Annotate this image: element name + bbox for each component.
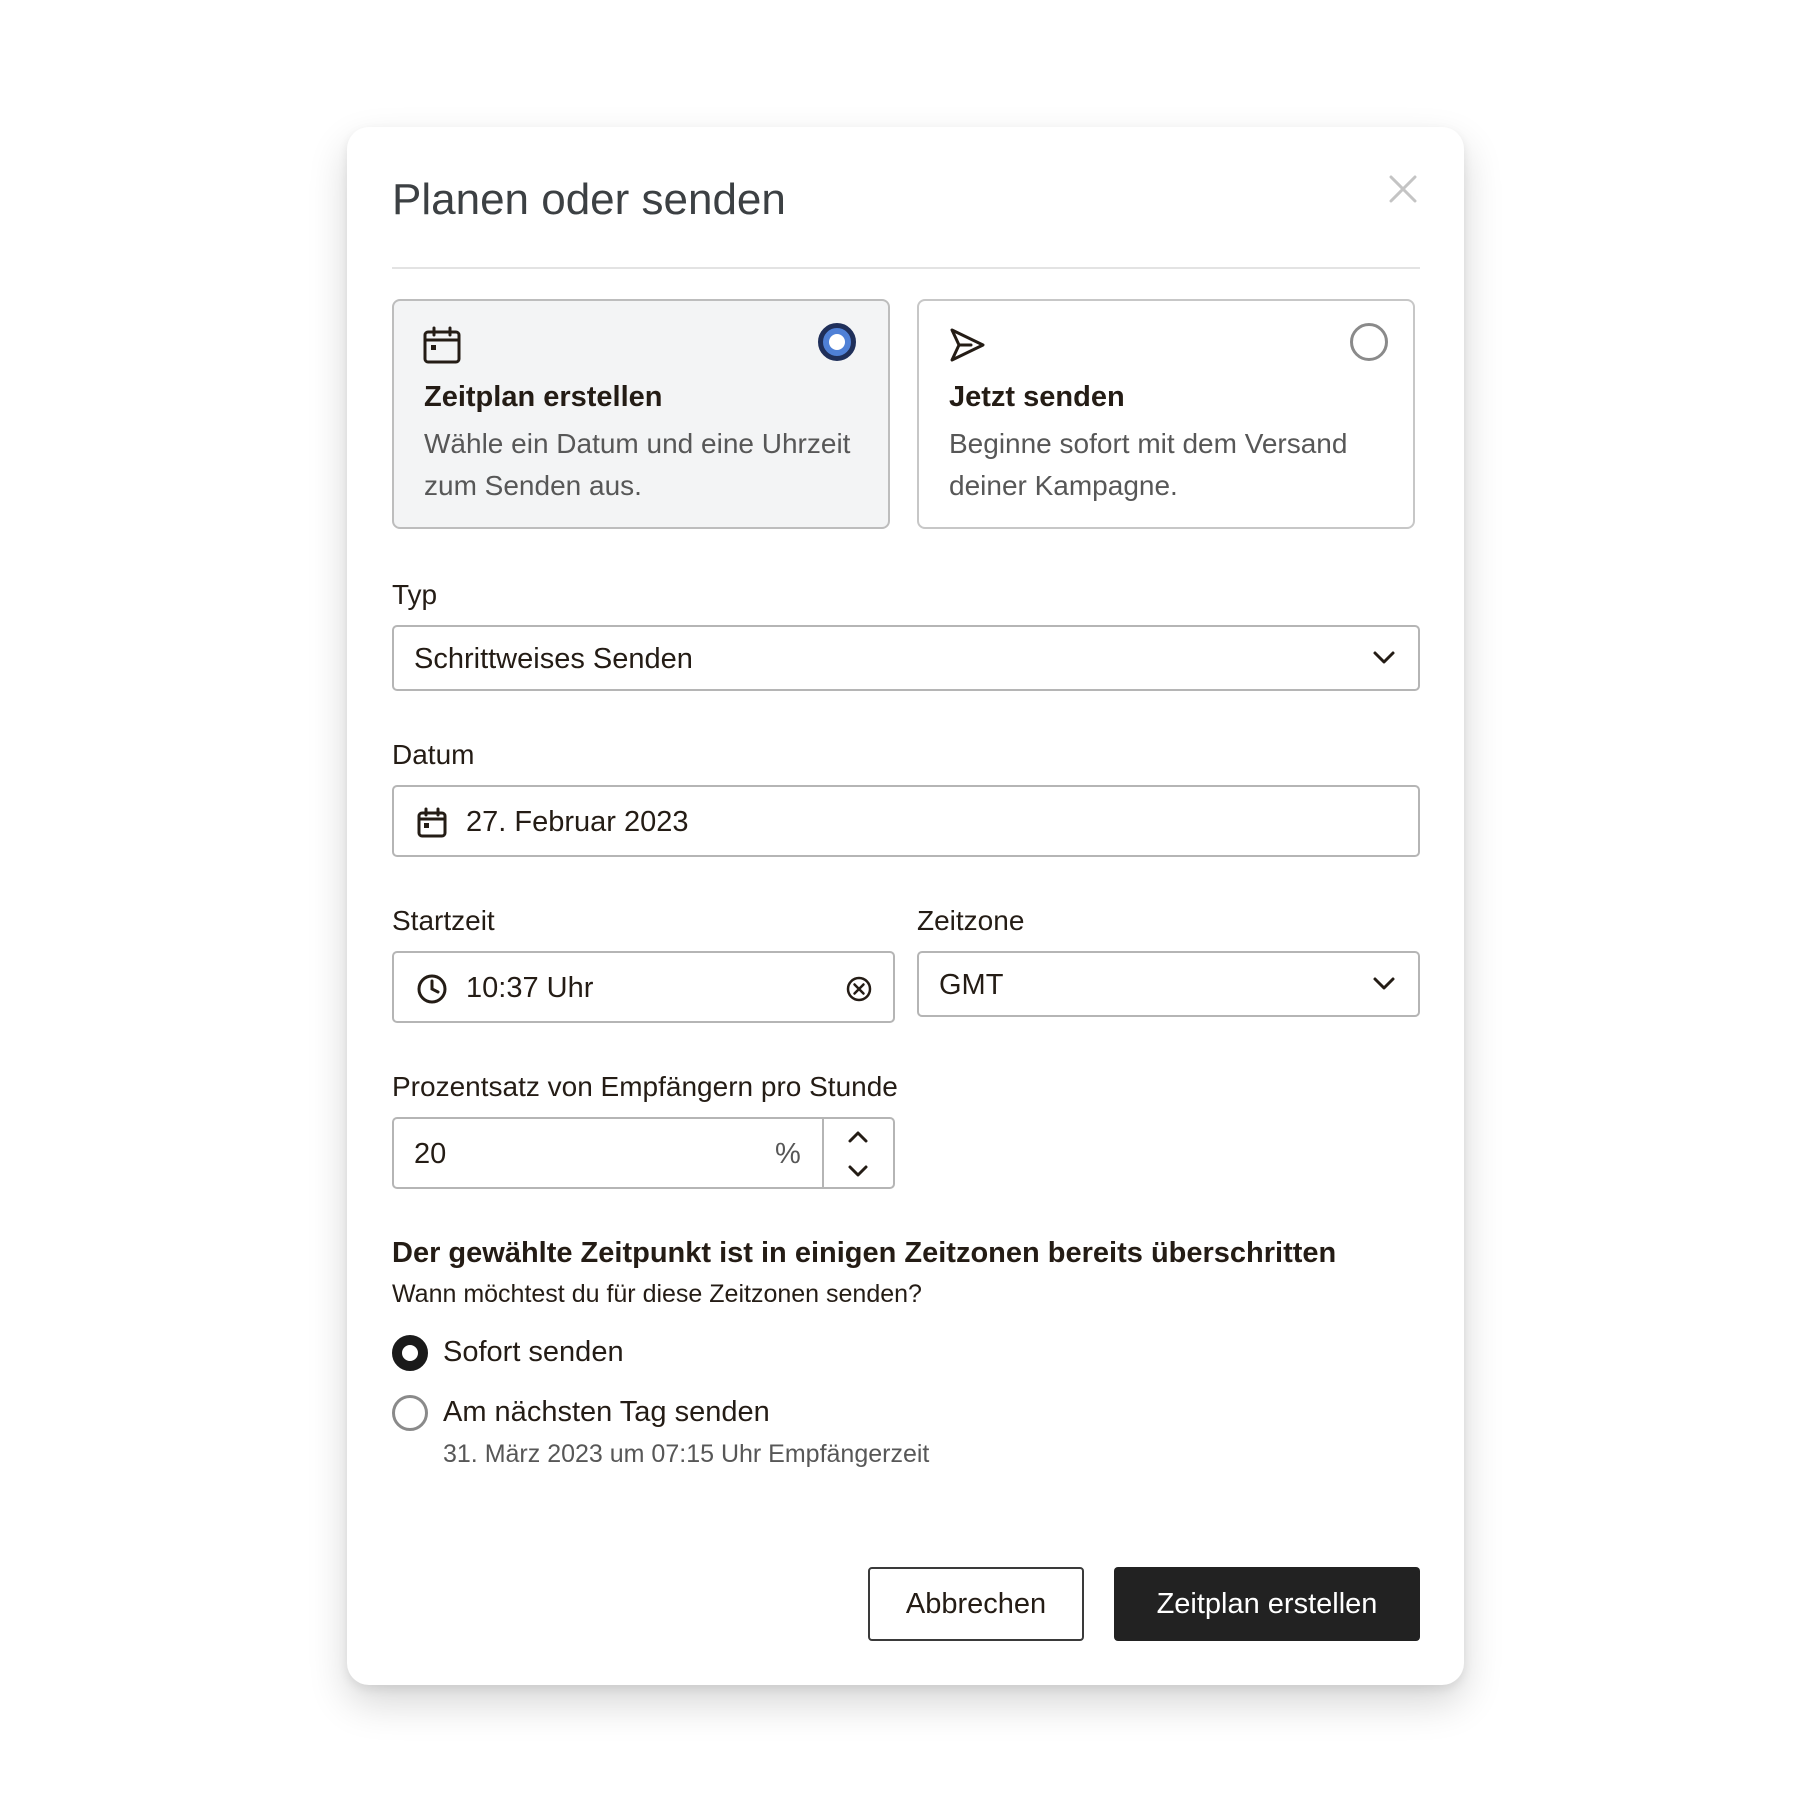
chevron-down-icon[interactable] bbox=[845, 1159, 871, 1183]
option-card-send-now[interactable]: Jetzt senden Beginne sofort mit dem Vers… bbox=[917, 299, 1415, 529]
date-input-value: 27. Februar 2023 bbox=[466, 806, 689, 838]
notice-heading: Der gewählte Zeitpunkt ist in einigen Ze… bbox=[392, 1237, 1337, 1269]
option-card-schedule[interactable]: Zeitplan erstellen Wähle ein Datum und e… bbox=[392, 299, 890, 529]
percentage-label: Prozentsatz von Empfängern pro Stunde bbox=[392, 1071, 898, 1102]
send-icon bbox=[950, 328, 985, 362]
timezone-select[interactable]: GMT bbox=[917, 951, 1420, 1017]
calendar-icon bbox=[423, 326, 461, 364]
close-icon[interactable] bbox=[1385, 171, 1421, 207]
start-time-value: 10:37 Uhr bbox=[466, 972, 594, 1004]
option-title: Jetzt senden bbox=[949, 381, 1125, 413]
clock-icon bbox=[417, 974, 447, 1004]
percentage-input[interactable]: 20 bbox=[414, 1138, 446, 1171]
start-time-label: Startzeit bbox=[392, 905, 495, 936]
type-select[interactable]: Schrittweises Senden bbox=[392, 625, 1420, 691]
calendar-icon bbox=[417, 807, 447, 838]
start-time-input[interactable]: 10:37 Uhr bbox=[392, 951, 895, 1023]
percentage-stepper: 20 % bbox=[392, 1117, 895, 1189]
chevron-down-icon bbox=[1373, 651, 1395, 664]
cancel-button[interactable]: Abbrechen bbox=[868, 1567, 1084, 1641]
radio-label: Am nächsten Tag senden bbox=[443, 1396, 770, 1428]
chevron-up-icon[interactable] bbox=[845, 1125, 871, 1149]
option-description: Wähle ein Datum und eine Uhrzeit zum Sen… bbox=[424, 428, 851, 501]
create-schedule-button[interactable]: Zeitplan erstellen bbox=[1114, 1567, 1420, 1641]
dialog-title: Planen oder senden bbox=[392, 175, 786, 224]
option-title: Zeitplan erstellen bbox=[424, 381, 663, 413]
type-label: Typ bbox=[392, 579, 438, 610]
option-radio-schedule[interactable] bbox=[818, 323, 856, 361]
percent-unit: % bbox=[775, 1138, 801, 1170]
timezone-label: Zeitzone bbox=[917, 905, 1025, 936]
notice-question: Wann möchtest du für diese Zeitzonen sen… bbox=[392, 1280, 922, 1308]
type-select-value: Schrittweises Senden bbox=[414, 643, 693, 675]
option-radio-send-now[interactable] bbox=[1350, 323, 1388, 361]
chevron-down-icon bbox=[1373, 977, 1395, 990]
radio-label: Sofort senden bbox=[443, 1336, 624, 1368]
radio-hint: 31. März 2023 um 07:15 Uhr Empfängerzeit bbox=[443, 1440, 930, 1468]
radio-send-immediately[interactable] bbox=[392, 1335, 428, 1371]
schedule-dialog: Planen oder senden Zeitplan erstellen Wä… bbox=[347, 127, 1464, 1685]
clear-icon[interactable] bbox=[845, 975, 873, 1003]
radio-send-next-day[interactable] bbox=[392, 1395, 428, 1431]
timezone-select-value: GMT bbox=[939, 969, 1004, 1001]
date-label: Datum bbox=[392, 739, 475, 770]
stepper-divider bbox=[822, 1119, 824, 1187]
title-divider bbox=[392, 267, 1420, 269]
option-description: Beginne sofort mit dem Versand deiner Ka… bbox=[949, 428, 1348, 501]
date-input[interactable]: 27. Februar 2023 bbox=[392, 785, 1420, 857]
